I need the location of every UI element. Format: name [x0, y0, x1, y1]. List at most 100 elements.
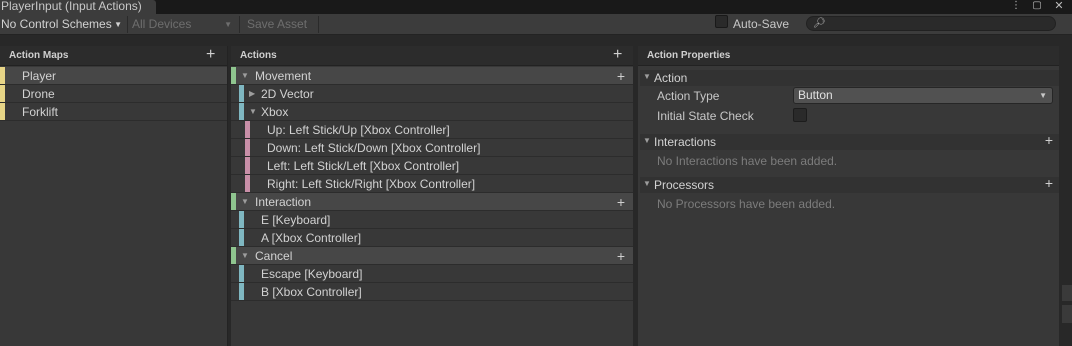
actions-title: Actions	[240, 50, 277, 61]
toolbar-divider	[127, 16, 128, 33]
action-type-label: Action Type	[657, 89, 720, 103]
composite-label: Xbox	[261, 105, 289, 119]
composite-row-2d-vector[interactable]: ▶ 2D Vector	[231, 85, 633, 103]
binding-label: E [Keyboard]	[261, 213, 331, 227]
kebab-menu-icon[interactable]: ⋮	[1009, 0, 1023, 14]
add-processor-plus-icon[interactable]: +	[1045, 175, 1053, 191]
action-maps-title: Action Maps	[9, 50, 69, 61]
action-map-stripe	[0, 103, 5, 120]
add-action-plus-icon[interactable]: +	[613, 46, 622, 64]
part-binding-label: Down: Left Stick/Down [Xbox Controller]	[267, 141, 481, 155]
action-properties-title: Action Properties	[647, 50, 731, 61]
add-action-map-plus-icon[interactable]: +	[206, 46, 215, 64]
auto-save-checkbox[interactable]	[715, 15, 728, 28]
window-title-bar: PlayerInput (Input Actions) ⋮ ▢ ✕	[0, 0, 1072, 14]
composite-row-xbox[interactable]: ▼ Xbox	[231, 103, 633, 121]
devices-dropdown[interactable]: All Devices ▼	[129, 16, 236, 33]
part-binding-row-left[interactable]: Left: Left Stick/Left [Xbox Controller]	[231, 157, 633, 175]
actions-header: Actions +	[231, 46, 633, 66]
action-map-label: Forklift	[22, 105, 58, 119]
chevron-down-icon: ▼	[1039, 91, 1047, 100]
binding-row-e-keyboard[interactable]: E [Keyboard]	[231, 211, 633, 229]
action-section-label: Action	[654, 71, 688, 85]
action-type-dropdown[interactable]: Button ▼	[793, 87, 1053, 104]
toolbar-divider	[239, 16, 240, 33]
interactions-section-header[interactable]: ▼ Interactions +	[640, 132, 1059, 150]
action-map-item-drone[interactable]: Drone	[0, 85, 227, 103]
action-properties-header: Action Properties	[638, 46, 1059, 66]
control-schemes-dropdown[interactable]: No Control Schemes ▼	[0, 16, 126, 33]
action-section-header[interactable]: ▼ Action	[640, 70, 1059, 86]
processors-empty-message: No Processors have been added.	[657, 197, 836, 211]
binding-stripe	[239, 283, 244, 300]
add-binding-plus-icon[interactable]: +	[617, 67, 625, 85]
binding-label: Escape [Keyboard]	[261, 267, 363, 281]
binding-label: A [Xbox Controller]	[261, 231, 362, 245]
action-row-interaction[interactable]: ▼ Interaction +	[231, 193, 633, 211]
chevron-down-icon: ▼	[224, 20, 232, 29]
part-stripe	[245, 121, 250, 138]
action-maps-panel: Action Maps + Player Drone Forklift	[0, 46, 228, 346]
action-row-cancel[interactable]: ▼ Cancel +	[231, 247, 633, 265]
action-map-item-forklift[interactable]: Forklift	[0, 103, 227, 121]
expand-arrow-icon: ▼	[643, 136, 651, 145]
devices-label: All Devices	[132, 17, 192, 31]
action-type-row: Action Type Button ▼	[638, 86, 1059, 106]
save-asset-button[interactable]: Save Asset	[242, 16, 316, 33]
add-binding-plus-icon[interactable]: +	[617, 193, 625, 211]
expand-arrow-icon[interactable]: ▼	[241, 247, 249, 265]
actions-panel: Actions + ▼ Movement + ▶ 2D Vector ▼ Xbo…	[231, 46, 633, 346]
add-binding-plus-icon[interactable]: +	[617, 247, 625, 265]
action-label: Interaction	[255, 195, 312, 209]
part-binding-label: Right: Left Stick/Right [Xbox Controller…	[267, 177, 476, 191]
action-map-label: Player	[22, 69, 57, 83]
part-stripe	[245, 157, 250, 174]
binding-stripe	[239, 103, 244, 120]
search-input[interactable]: 🔎︎	[806, 16, 1056, 31]
interactions-section-label: Interactions	[654, 135, 717, 149]
action-row-movement[interactable]: ▼ Movement +	[231, 67, 633, 85]
initial-state-check-label: Initial State Check	[657, 109, 754, 123]
binding-row-escape-keyboard[interactable]: Escape [Keyboard]	[231, 265, 633, 283]
binding-row-a-xbox[interactable]: A [Xbox Controller]	[231, 229, 633, 247]
action-stripe	[231, 67, 236, 84]
part-binding-row-down[interactable]: Down: Left Stick/Down [Xbox Controller]	[231, 139, 633, 157]
initial-state-check-row: Initial State Check	[638, 106, 1059, 126]
search-icon: 🔎︎	[813, 18, 826, 29]
action-properties-panel: Action Properties ▼ Action Action Type B…	[638, 46, 1059, 346]
part-binding-row-right[interactable]: Right: Left Stick/Right [Xbox Controller…	[231, 175, 633, 193]
binding-row-b-xbox[interactable]: B [Xbox Controller]	[231, 283, 633, 301]
expand-arrow-icon: ▼	[643, 72, 651, 81]
binding-label: B [Xbox Controller]	[261, 285, 362, 299]
processors-section-header[interactable]: ▼ Processors +	[640, 175, 1059, 193]
part-binding-label: Up: Left Stick/Up [Xbox Controller]	[267, 123, 450, 137]
expand-arrow-icon[interactable]: ▼	[241, 193, 249, 211]
maximize-icon[interactable]: ▢	[1030, 0, 1044, 14]
chevron-down-icon: ▼	[114, 20, 122, 29]
toolbar-divider	[318, 16, 319, 33]
processors-section-label: Processors	[654, 178, 715, 192]
action-map-item-player[interactable]: Player	[0, 67, 227, 85]
collapsed-arrow-icon[interactable]: ▶	[249, 85, 255, 103]
initial-state-checkbox[interactable]	[793, 108, 807, 122]
expand-arrow-icon: ▼	[643, 179, 651, 188]
action-label: Movement	[255, 69, 312, 83]
part-stripe	[245, 139, 250, 156]
binding-stripe	[239, 229, 244, 246]
action-map-stripe	[0, 85, 5, 102]
part-binding-row-up[interactable]: Up: Left Stick/Up [Xbox Controller]	[231, 121, 633, 139]
add-interaction-plus-icon[interactable]: +	[1045, 132, 1053, 148]
expand-arrow-icon[interactable]: ▼	[249, 103, 257, 121]
composite-label: 2D Vector	[261, 87, 314, 101]
background-window-fragment	[1062, 305, 1072, 323]
background-window-fragment	[1062, 285, 1072, 301]
action-stripe	[231, 247, 236, 264]
interactions-empty-message: No Interactions have been added.	[657, 154, 838, 168]
expand-arrow-icon[interactable]: ▼	[241, 67, 249, 85]
close-icon[interactable]: ✕	[1052, 0, 1066, 14]
control-schemes-label: No Control Schemes	[1, 17, 112, 31]
action-map-stripe	[0, 67, 5, 84]
binding-stripe	[239, 211, 244, 228]
window-tab[interactable]: PlayerInput (Input Actions)	[0, 0, 156, 14]
action-type-value: Button	[798, 88, 833, 102]
